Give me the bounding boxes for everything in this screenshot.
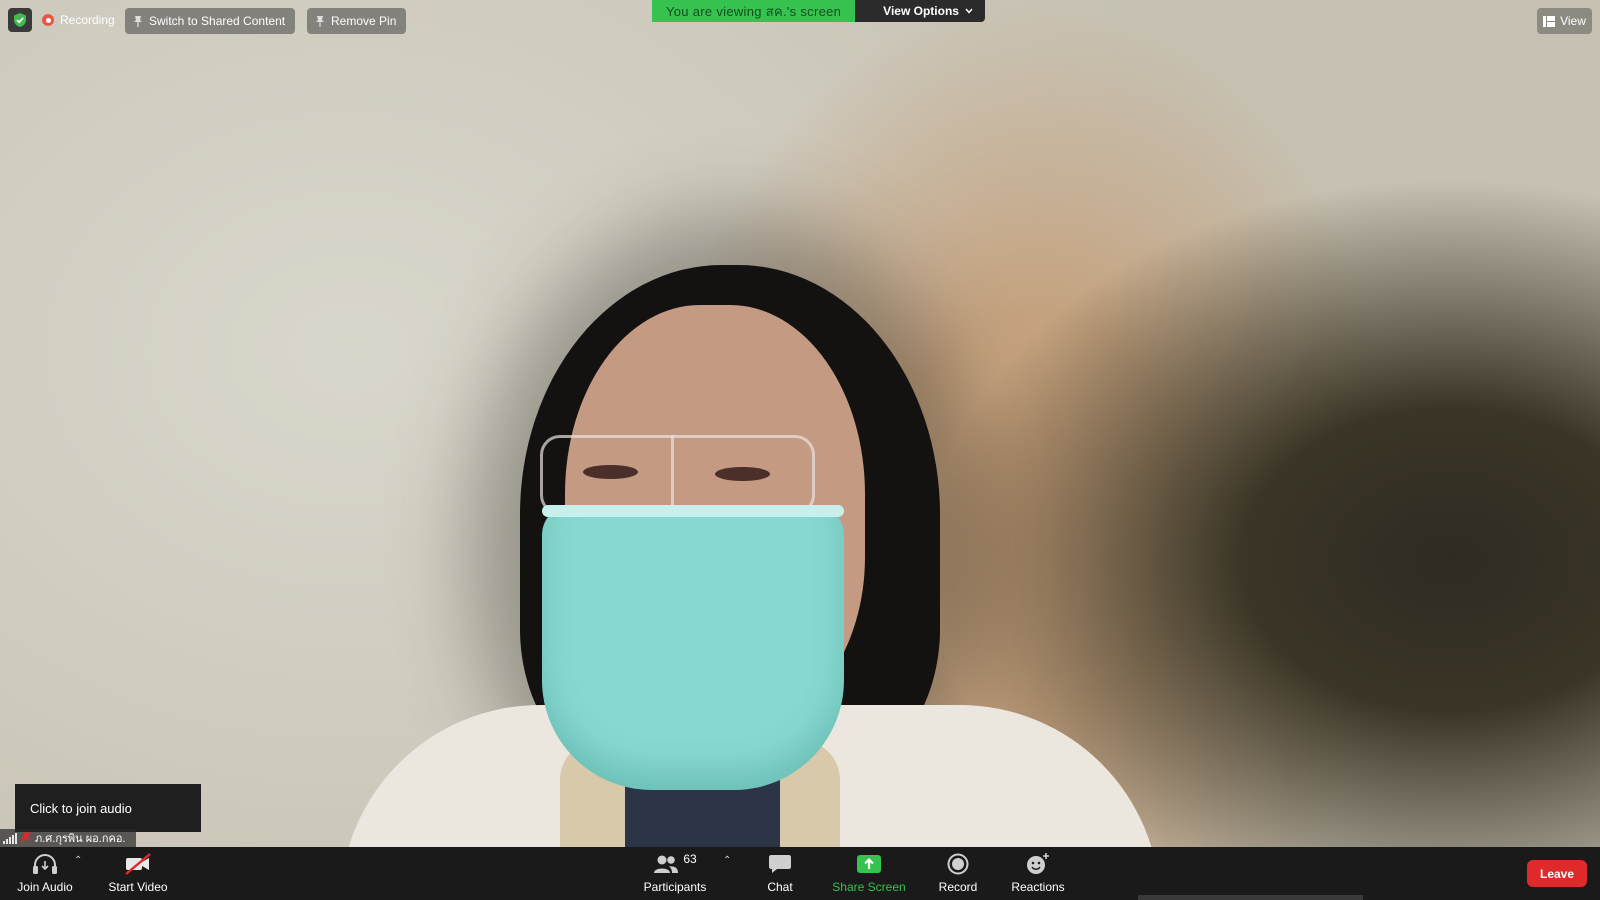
video-off-icon xyxy=(125,853,151,875)
tooltip-text: Click to join audio xyxy=(30,800,132,816)
remove-pin-button[interactable]: Remove Pin xyxy=(307,8,407,34)
remove-pin-label: Remove Pin xyxy=(331,14,397,28)
record-icon xyxy=(947,853,969,875)
start-video-label: Start Video xyxy=(108,880,168,894)
chat-button[interactable]: Chat xyxy=(757,847,803,900)
record-button[interactable]: Record xyxy=(934,847,982,900)
face-mask xyxy=(542,505,844,790)
audio-options-chevron-icon[interactable]: ⌃ xyxy=(74,855,82,866)
recording-label: Recording xyxy=(60,13,115,27)
share-screen-icon xyxy=(857,855,881,873)
participants-count: 63 xyxy=(683,852,697,866)
join-audio-tooltip[interactable]: Click to join audio xyxy=(15,784,201,832)
view-label: View xyxy=(1560,14,1586,28)
view-options-button[interactable]: View Options xyxy=(855,0,985,22)
screen-share-banner: You are viewing สค.'s screen View Option… xyxy=(652,0,985,22)
leave-label: Leave xyxy=(1539,866,1575,881)
participants-label: Participants xyxy=(643,880,707,894)
participants-options-chevron-icon[interactable]: ⌃ xyxy=(723,855,731,866)
join-audio-button[interactable]: Join Audio xyxy=(14,847,76,900)
participants-button[interactable]: 63 Participants xyxy=(640,847,710,900)
leave-meeting-button[interactable]: Leave xyxy=(1527,860,1587,887)
switch-label: Switch to Shared Content xyxy=(149,14,286,28)
switch-to-shared-content-button[interactable]: Switch to Shared Content xyxy=(125,8,296,34)
signal-strength-icon xyxy=(3,832,17,844)
participants-icon xyxy=(654,855,679,873)
viewing-screen-text: You are viewing สค.'s screen xyxy=(652,0,856,22)
security-shield-icon[interactable] xyxy=(8,8,32,32)
view-layout-button[interactable]: View xyxy=(1537,8,1592,34)
chat-label: Chat xyxy=(767,880,793,894)
participant-glasses xyxy=(540,435,815,515)
chevron-down-icon xyxy=(965,8,973,14)
reactions-button[interactable]: Reactions xyxy=(1008,847,1068,900)
pin-icon xyxy=(316,15,324,27)
record-label: Record xyxy=(938,880,978,894)
pin-icon xyxy=(134,15,142,27)
meeting-toolbar: Join Audio ⌃ Start Video 63 Participants… xyxy=(0,847,1600,900)
participant-video xyxy=(0,0,1600,847)
start-video-button[interactable]: Start Video xyxy=(106,847,170,900)
muted-mic-icon xyxy=(21,832,31,844)
headphones-icon xyxy=(33,853,57,874)
reactions-emoji-icon xyxy=(1027,853,1049,874)
reactions-label: Reactions xyxy=(1011,880,1065,894)
participant-nameplate: ภ.ศ.กุรพิน ผอ.กคอ. xyxy=(0,829,136,847)
toolbar-overflow-indicator xyxy=(1138,895,1363,900)
share-screen-label: Share Screen xyxy=(832,880,906,894)
recording-dot-icon xyxy=(42,14,54,26)
participant-name: ภ.ศ.กุรพิน ผอ.กคอ. xyxy=(35,833,126,845)
view-options-label: View Options xyxy=(883,4,959,18)
share-screen-button[interactable]: Share Screen xyxy=(830,847,908,900)
chat-icon xyxy=(769,855,791,873)
recording-indicator[interactable]: Recording xyxy=(42,10,115,30)
join-audio-label: Join Audio xyxy=(17,880,73,894)
grid-view-icon xyxy=(1543,15,1556,27)
